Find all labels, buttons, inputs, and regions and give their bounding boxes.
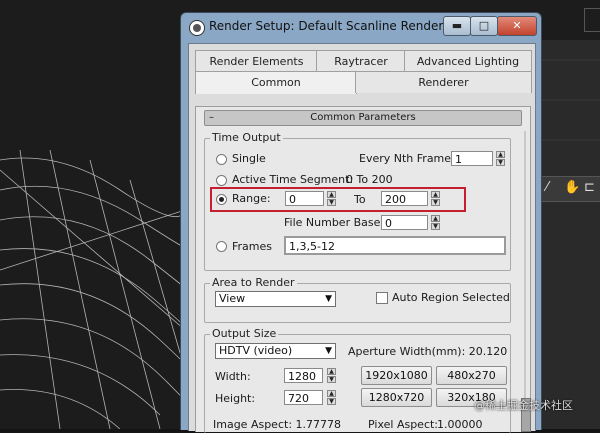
- render-setup-window: Render Setup: Default Scanline Renderer …: [180, 12, 542, 433]
- tab-advanced-lighting[interactable]: Advanced Lighting: [404, 50, 532, 72]
- output-size-preset-dropdown[interactable]: HDTV (video) ▼: [215, 343, 336, 359]
- width-label: Width:: [215, 370, 251, 383]
- chevron-down-icon: ▼: [325, 294, 332, 304]
- every-nth-frame-input[interactable]: 1: [451, 151, 493, 166]
- file-number-base-input[interactable]: 0: [381, 215, 428, 230]
- pixel-aspect-label: Pixel Aspect:: [368, 418, 439, 431]
- image-aspect-label: Image Aspect: 1.77778: [213, 418, 342, 431]
- minimize-button[interactable]: ▬: [443, 16, 471, 36]
- right-command-panel: [540, 40, 600, 429]
- tab-raytracer[interactable]: Raytracer: [316, 50, 406, 72]
- toolbar-icon[interactable]: ⁄: [546, 180, 548, 195]
- active-time-value: 0 To 200: [346, 173, 393, 186]
- close-button[interactable]: ✕: [497, 16, 537, 36]
- height-spinner[interactable]: ▲ ▼: [327, 390, 336, 405]
- range-radio[interactable]: [216, 194, 227, 205]
- frames-input[interactable]: 1,3,5-12: [284, 236, 506, 255]
- dialog-client: Render Elements Raytracer Advanced Light…: [188, 43, 536, 433]
- range-to-label: To: [354, 193, 366, 206]
- range-end-spinner[interactable]: ▲ ▼: [431, 191, 440, 206]
- app-logo-icon: [189, 20, 205, 36]
- common-parameters-rollout[interactable]: – Common Parameters: [204, 110, 522, 126]
- width-input[interactable]: 1280: [284, 368, 323, 383]
- every-nth-frame-spinner[interactable]: ▲ ▼: [496, 151, 505, 166]
- hand-pan-icon[interactable]: ✋: [564, 180, 580, 195]
- file-number-base-spinner[interactable]: ▲ ▼: [431, 215, 440, 230]
- auto-region-label: Auto Region Selected: [392, 291, 510, 304]
- viewport-control[interactable]: [584, 8, 600, 32]
- time-output-label: Time Output: [210, 131, 283, 144]
- frames-label: Frames: [232, 240, 273, 253]
- maximize-button[interactable]: □: [470, 16, 498, 36]
- height-input[interactable]: 720: [284, 390, 323, 405]
- active-time-segment-label: Active Time Segment:: [232, 173, 354, 186]
- rollout-title: Common Parameters: [310, 112, 416, 123]
- spider-web-render: [0, 150, 185, 429]
- panel-scrollbar[interactable]: [521, 131, 531, 432]
- window-title: Render Setup: Default Scanline Renderer: [209, 19, 456, 33]
- range-end-input[interactable]: 200: [381, 191, 428, 206]
- common-panel: – Common Parameters Time Output Single E…: [195, 106, 531, 433]
- range-start-input[interactable]: 0: [285, 191, 324, 206]
- single-label: Single: [232, 152, 266, 165]
- title-bar[interactable]: Render Setup: Default Scanline Renderer …: [181, 13, 541, 41]
- preset-1280x720-button[interactable]: 1280x720: [361, 388, 432, 407]
- width-spinner[interactable]: ▲ ▼: [327, 368, 336, 383]
- output-size-label: Output Size: [210, 327, 279, 340]
- range-start-spinner[interactable]: ▲ ▼: [327, 191, 336, 206]
- active-time-segment-radio[interactable]: [216, 175, 227, 186]
- collapse-icon: –: [209, 112, 214, 123]
- every-nth-frame-label: Every Nth Frame:: [359, 152, 455, 165]
- height-label: Height:: [215, 392, 256, 405]
- chevron-down-icon: ▼: [325, 346, 332, 356]
- tab-render-elements[interactable]: Render Elements: [195, 50, 318, 72]
- watermark: @稀土掘金技术社区: [474, 399, 573, 412]
- preset-480x270-button[interactable]: 480x270: [436, 366, 507, 385]
- aperture-width-label: Aperture Width(mm): 20.120: [348, 345, 508, 358]
- toolbar-icon[interactable]: ⊏: [584, 180, 595, 195]
- area-selected-value: View: [219, 292, 246, 305]
- area-to-render-label: Area to Render: [210, 276, 297, 289]
- tab-common[interactable]: Common: [195, 71, 357, 94]
- frames-radio[interactable]: [216, 241, 227, 252]
- toolbar-strip: ⁄ ✋ ⊏: [540, 176, 600, 202]
- panel-texture: [541, 59, 600, 141]
- auto-region-checkbox[interactable]: [376, 292, 388, 304]
- single-radio[interactable]: [216, 154, 227, 165]
- range-label: Range:: [232, 192, 271, 205]
- area-to-render-dropdown[interactable]: View ▼: [215, 291, 336, 307]
- tab-renderer[interactable]: Renderer: [355, 71, 532, 93]
- file-number-base-label: File Number Base:: [284, 216, 385, 229]
- preset-1920x1080-button[interactable]: 1920x1080: [361, 366, 432, 385]
- preset-selected-value: HDTV (video): [219, 344, 293, 357]
- pixel-aspect-value: 1.00000: [437, 418, 483, 431]
